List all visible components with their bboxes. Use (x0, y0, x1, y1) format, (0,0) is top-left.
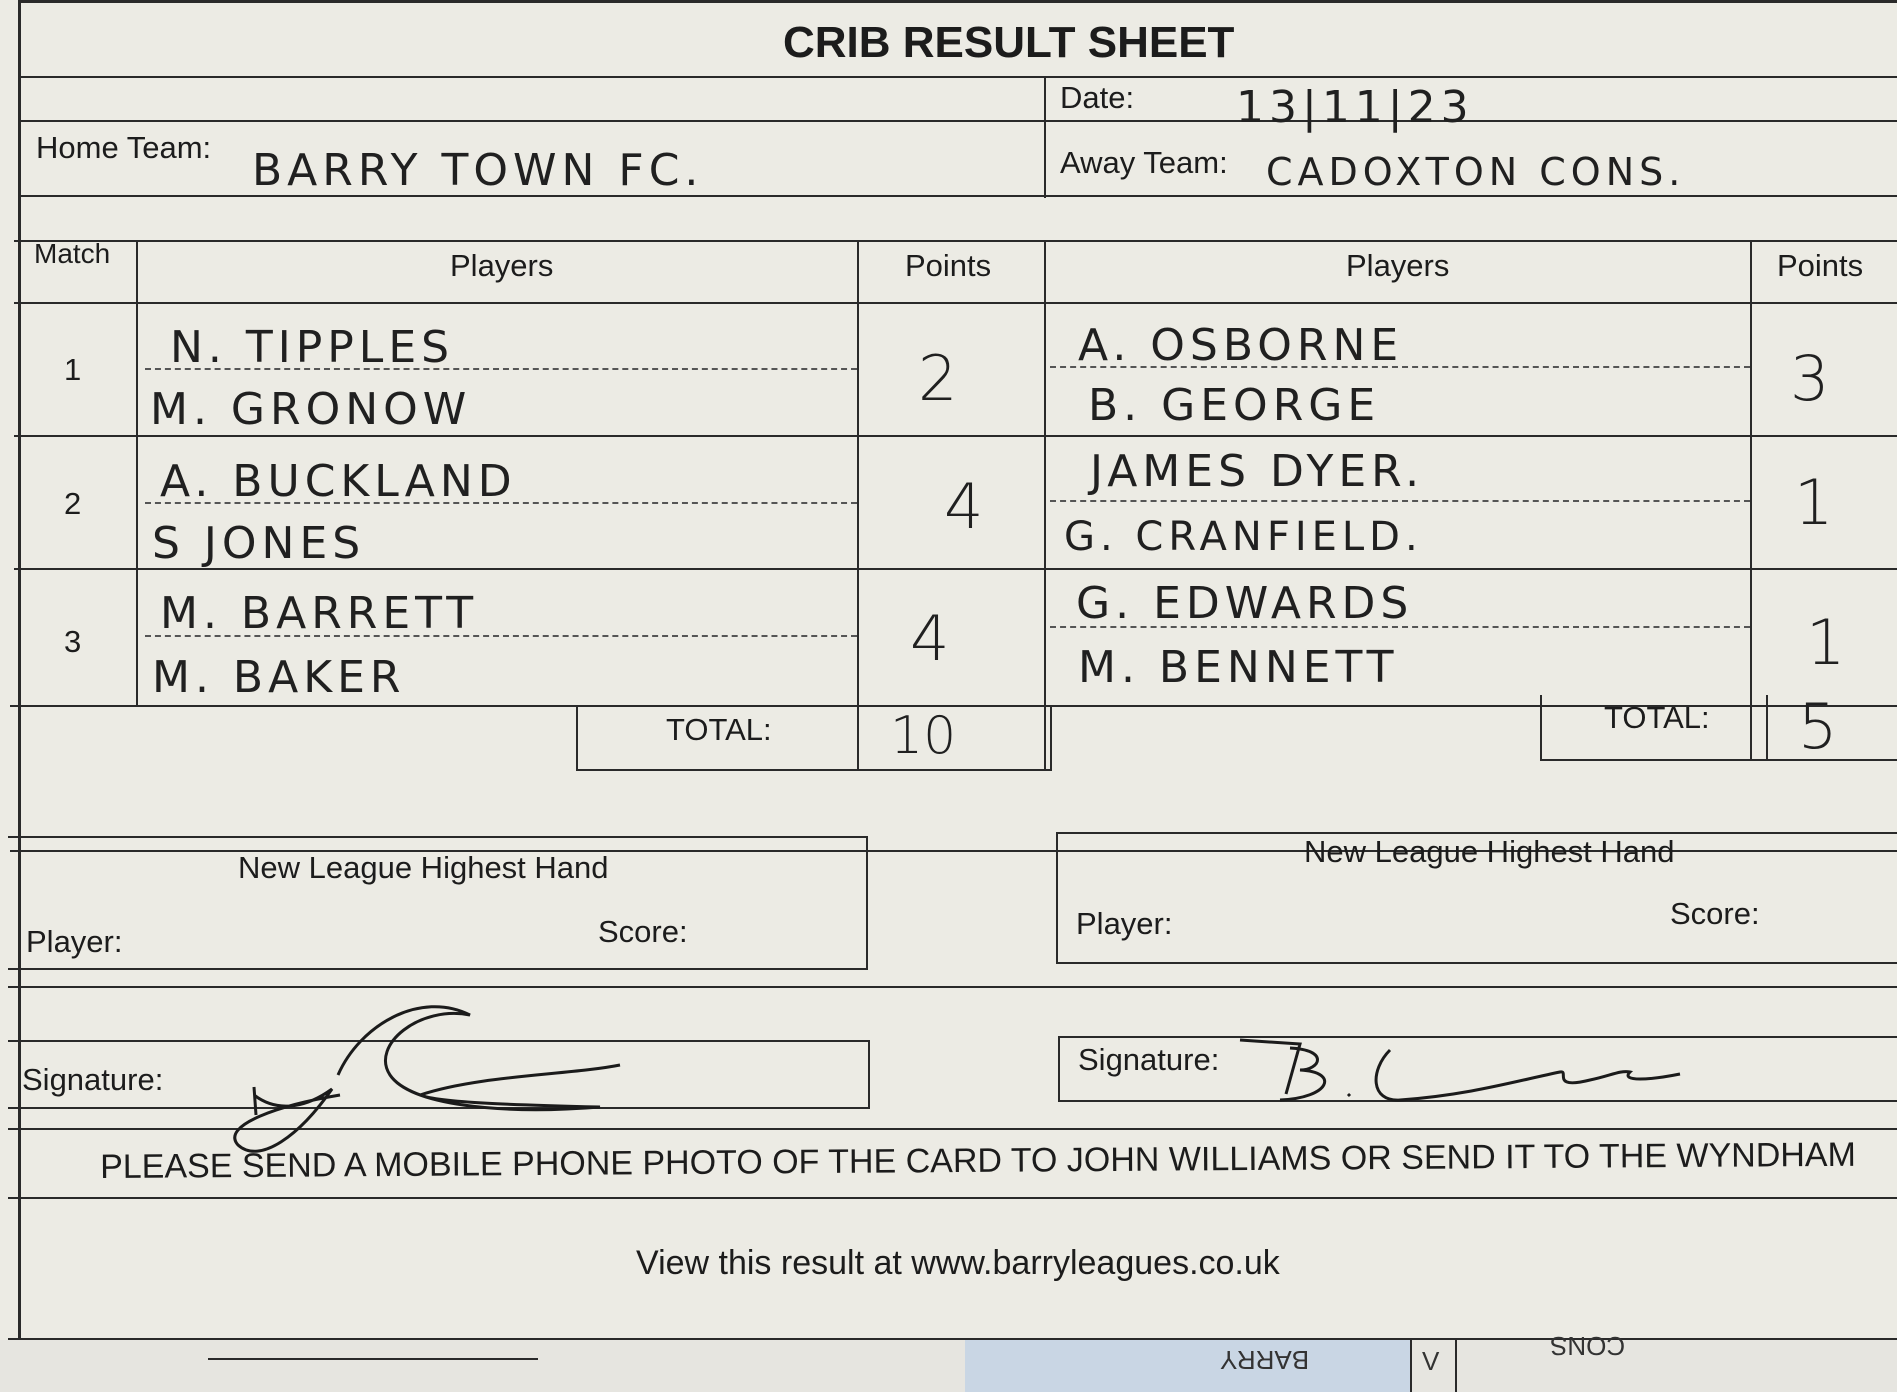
header-match: Match (34, 238, 111, 269)
away-points: 1 (1794, 466, 1834, 539)
away-team-value: CADOXTON CONS. (1266, 150, 1686, 194)
header-away-points: Points (1777, 248, 1864, 283)
date-value: 13|11|23 (1236, 82, 1474, 133)
highest-hand-title-away: New League Highest Hand (1304, 834, 1675, 869)
signature-label-home: Signature: (22, 1062, 164, 1097)
col-mid (1044, 78, 1046, 198)
player-label-home: Player: (26, 924, 123, 959)
header-home-points: Points (905, 248, 992, 283)
rule-top (18, 0, 1897, 3)
signature-label-away: Signature: (1078, 1042, 1220, 1077)
hh-left-right (866, 836, 868, 970)
score-label-home: Score: (598, 914, 688, 949)
highest-hand-title-home: New League Highest Hand (238, 850, 609, 885)
home-points: 4 (944, 470, 984, 543)
home-total-box-top (576, 705, 578, 771)
home-team-value: BARRY TOWN FC. (252, 145, 704, 196)
home-total-box-right (1050, 705, 1052, 771)
match-number: 2 (64, 486, 82, 521)
paper-divider (1455, 1340, 1457, 1392)
away-player: A. OSBORNE (1078, 320, 1404, 371)
result-sheet: CRIB RESULT SHEET Date: 13|11|23 Home Te… (0, 0, 1897, 1340)
rule-left (18, 0, 21, 1340)
home-player: N. TIPPLES (170, 322, 455, 373)
mirrored-text: BARRY (1220, 1345, 1310, 1375)
date-label: Date: (1060, 80, 1135, 115)
player-label-away: Player: (1076, 906, 1173, 941)
rule-row1-bottom (14, 435, 1897, 437)
away-points: 1 (1806, 606, 1846, 679)
away-player: JAMES DYER. (1090, 446, 1425, 497)
rule-footer-mid (8, 1197, 1897, 1199)
home-player: M. BAKER (152, 652, 406, 703)
away-total-box-divider (1766, 695, 1768, 761)
footer-website: View this result at www.barryleagues.co.… (636, 1244, 1280, 1282)
away-total-label: TOTAL: (1604, 700, 1710, 735)
hh-left-bottom (8, 968, 868, 970)
away-total-box-left (1540, 695, 1542, 761)
home-total-value: 10 (890, 706, 957, 766)
col-home-points (857, 240, 859, 770)
hh-right-bottom (1056, 962, 1897, 964)
home-total-box-bottom (576, 769, 1052, 771)
away-total-value: 5 (1798, 690, 1838, 763)
away-player: G. CRANFIELD. (1064, 514, 1423, 560)
sig-right-left (1058, 1036, 1060, 1102)
hh-right-left (1056, 832, 1058, 964)
sheet-title: CRIB RESULT SHEET (783, 18, 1235, 67)
match-number: 3 (64, 624, 82, 659)
header-away-players: Players (1346, 248, 1450, 283)
rule-title-bottom (18, 76, 1897, 78)
mirrored-text: CONS (1550, 1331, 1626, 1361)
rule-header-bottom (14, 302, 1897, 304)
blue-card (965, 1340, 1410, 1392)
rule-header-top (14, 240, 1897, 242)
sig-left-right (868, 1040, 870, 1109)
dash-away-2 (1050, 500, 1750, 502)
home-total-label: TOTAL: (666, 712, 772, 747)
mirrored-text: V (1422, 1346, 1440, 1376)
score-label-away: Score: (1670, 896, 1760, 931)
away-total-box-bottom (1540, 759, 1897, 761)
away-points: 3 (1790, 342, 1830, 415)
rule-sig-top (8, 986, 1897, 988)
col-away-points (1750, 240, 1752, 760)
col-away-players (1044, 240, 1046, 770)
hh-left-top (8, 836, 868, 838)
rule-date-row (18, 120, 1897, 122)
home-player: M. GRONOW (150, 384, 472, 435)
away-player: M. BENNETT (1078, 642, 1399, 693)
away-team-label: Away Team: (1060, 145, 1228, 180)
home-points: 4 (910, 602, 950, 675)
home-player: A. BUCKLAND (160, 456, 517, 507)
paper-divider (1410, 1340, 1412, 1392)
home-player: M. BARRETT (160, 588, 479, 639)
home-player: S JONES (152, 518, 366, 569)
match-number: 1 (64, 352, 82, 387)
away-player: G. EDWARDS (1076, 578, 1414, 629)
away-signature-scribble (1239, 1038, 1681, 1102)
background-papers: BARRY V CONS (0, 1331, 1897, 1392)
home-team-label: Home Team: (36, 130, 212, 165)
header-home-players: Players (450, 248, 554, 283)
home-points: 2 (918, 342, 958, 415)
away-player: B. GEORGE (1088, 380, 1381, 431)
col-match (136, 240, 138, 706)
paper-edge (208, 1358, 538, 1360)
